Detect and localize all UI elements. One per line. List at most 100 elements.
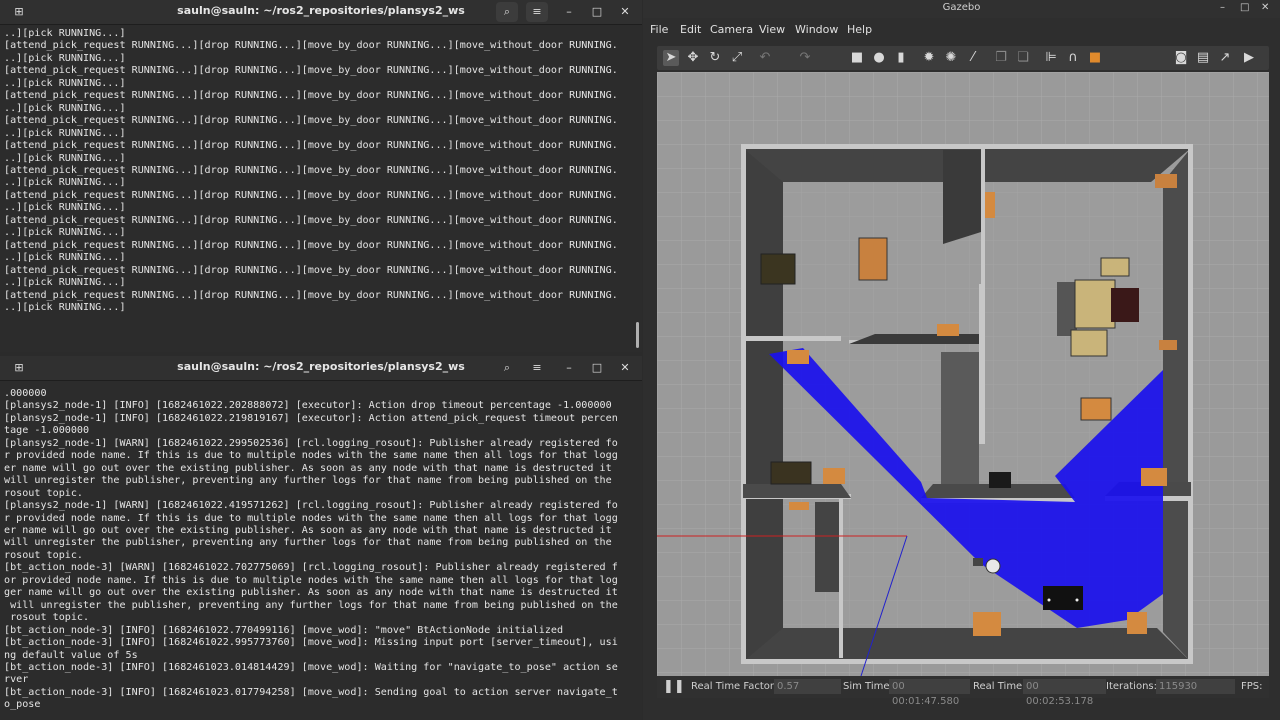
terminal-window-bottom[interactable]: ⊞ sauln@sauln: ~/ros2_repositories/plans… xyxy=(0,356,642,720)
gazebo-toolbar: ➤ ✥ ↻ ⤢ ↶ ↷ ■ ● ▮ ✹ ✺ ⁄ ❐ ❏ ⊫ ∩ ■ ◙ ▤ ↗ … xyxy=(657,46,1269,70)
furniture-cabinet xyxy=(760,253,796,285)
search-icon[interactable]: ⌕ xyxy=(496,2,518,22)
world-scene[interactable] xyxy=(657,72,1269,676)
terminal-line: [attend_pick_request RUNNING...][drop RU… xyxy=(4,289,618,301)
terminal-line: [attend_pick_request RUNNING...][drop RU… xyxy=(4,264,618,276)
simulation-viewport[interactable] xyxy=(657,72,1269,676)
menu-help[interactable]: Help xyxy=(847,23,872,36)
terminal-line: [plansys2_node-1] [WARN] [1682461022.419… xyxy=(4,500,618,512)
menu-window[interactable]: Window xyxy=(795,23,838,36)
furniture-box xyxy=(985,192,995,218)
minimize-icon[interactable]: – xyxy=(558,2,580,22)
sim-time-label: Sim Time: xyxy=(843,681,893,692)
paste-icon[interactable]: ❏ xyxy=(1015,50,1031,66)
copy-icon[interactable]: ❐ xyxy=(993,50,1009,66)
translate-mode-icon[interactable]: ✥ xyxy=(685,50,701,66)
redo-icon[interactable]: ↷ xyxy=(797,50,813,66)
plot-icon[interactable]: ↗ xyxy=(1217,50,1233,66)
menu-camera[interactable]: Camera xyxy=(710,23,753,36)
rotate-mode-icon[interactable]: ↻ xyxy=(707,50,723,66)
close-icon[interactable]: ✕ xyxy=(614,358,636,378)
terminal-line: ng default value of 5s xyxy=(4,649,138,661)
furniture-chair xyxy=(1070,329,1108,357)
screenshot-icon[interactable]: ◙ xyxy=(1173,50,1189,66)
terminal-line: ..][pick RUNNING...] xyxy=(4,102,126,114)
terminal-line: ..][pick RUNNING...] xyxy=(4,202,126,214)
hamburger-menu-icon[interactable]: ≡ xyxy=(526,2,548,22)
search-icon[interactable]: ⌕ xyxy=(496,358,518,378)
pause-icon[interactable]: ❚❚ xyxy=(663,679,685,694)
furniture-box xyxy=(1159,340,1177,350)
terminal-line: [attend_pick_request RUNNING...][drop RU… xyxy=(4,115,618,127)
close-icon[interactable]: ✕ xyxy=(614,2,636,22)
snap-icon[interactable]: ∩ xyxy=(1065,50,1081,66)
furniture-box xyxy=(937,324,959,336)
furniture-rug xyxy=(1111,288,1139,322)
terminal-line: [attend_pick_request RUNNING...][drop RU… xyxy=(4,214,618,226)
terminal-line: [bt_action_node-3] [INFO] [1682461022.77… xyxy=(4,624,564,636)
furniture-box xyxy=(1080,397,1112,421)
furniture-box xyxy=(973,612,1001,636)
change-view-icon[interactable]: ■ xyxy=(1087,50,1103,66)
terminal-line: [plansys2_node-1] [WARN] [1682461022.299… xyxy=(4,437,618,449)
furniture-bed xyxy=(770,461,812,485)
furniture-box xyxy=(789,502,809,510)
log-icon[interactable]: ▤ xyxy=(1195,50,1211,66)
terminal-line: [attend_pick_request RUNNING...][drop RU… xyxy=(4,239,618,251)
directional-light-icon[interactable]: ⁄ xyxy=(965,50,981,66)
menu-file[interactable]: File xyxy=(650,23,668,36)
terminal-line: [plansys2_node-1] [INFO] [1682461022.219… xyxy=(4,412,618,424)
terminal-line: [attend_pick_request RUNNING...][drop RU… xyxy=(4,65,618,77)
terminal-titlebar[interactable]: ⊞ sauln@sauln: ~/ros2_repositories/plans… xyxy=(0,356,642,381)
terminal-line: r provided node name. If this is due to … xyxy=(4,512,618,524)
maximize-icon[interactable]: □ xyxy=(1240,2,1249,13)
gazebo-titlebar[interactable]: Gazebo – □ ✕ xyxy=(643,0,1280,18)
iterations-label: Iterations: xyxy=(1106,681,1157,692)
scrollbar[interactable] xyxy=(636,322,639,348)
gazebo-window[interactable]: Gazebo – □ ✕ File Edit Camera View Windo… xyxy=(643,0,1280,720)
terminal-line: er name will go out over the existing pu… xyxy=(4,524,612,536)
terminal-line: will unregister the publisher, preventin… xyxy=(4,475,612,487)
point-light-icon[interactable]: ✹ xyxy=(921,50,937,66)
real-time-value: 00 00:02:53.178 xyxy=(1023,679,1106,707)
menu-view[interactable]: View xyxy=(759,23,785,36)
terminal-line: ..][pick RUNNING...] xyxy=(4,52,126,64)
menu-edit[interactable]: Edit xyxy=(680,23,701,36)
sphere-shape-icon[interactable]: ● xyxy=(871,50,887,66)
terminal-line: ..][pick RUNNING...] xyxy=(4,252,126,264)
select-mode-icon[interactable]: ➤ xyxy=(663,50,679,66)
wall-bottom xyxy=(743,628,1191,662)
terminal-line: [plansys2_node-1] [INFO] [1682461022.202… xyxy=(4,400,612,412)
terminal-line: r provided node name. If this is due to … xyxy=(4,450,618,462)
video-record-icon[interactable]: ▶ xyxy=(1241,50,1257,66)
terminal-line: [attend_pick_request RUNNING...][drop RU… xyxy=(4,140,618,152)
terminal-line: [bt_action_node-3] [INFO] [1682461023.01… xyxy=(4,686,618,698)
sim-time-value: 00 00:01:47.580 xyxy=(889,679,970,707)
terminal-titlebar[interactable]: ⊞ sauln@sauln: ~/ros2_repositories/plans… xyxy=(0,0,642,25)
close-icon[interactable]: ✕ xyxy=(1261,2,1269,13)
terminal-line: [attend_pick_request RUNNING...][drop RU… xyxy=(4,189,618,201)
maximize-icon[interactable]: □ xyxy=(586,358,608,378)
cylinder-shape-icon[interactable]: ▮ xyxy=(893,50,909,66)
terminal-line: tage -1.000000 xyxy=(4,425,90,437)
maximize-icon[interactable]: □ xyxy=(586,2,608,22)
align-icon[interactable]: ⊫ xyxy=(1043,50,1059,66)
terminal-line: [attend_pick_request RUNNING...][drop RU… xyxy=(4,40,618,52)
terminal-line: or provided node name. If this is due to… xyxy=(4,574,618,586)
box-shape-icon[interactable]: ■ xyxy=(849,50,865,66)
terminal-line: rosout topic. xyxy=(4,487,84,499)
spot-light-icon[interactable]: ✺ xyxy=(943,50,959,66)
hamburger-menu-icon[interactable]: ≡ xyxy=(526,358,548,378)
minimize-icon[interactable]: – xyxy=(558,358,580,378)
terminal-output[interactable]: .000000 [plansys2_node-1] [INFO] [1682461… xyxy=(4,388,632,718)
scale-mode-icon[interactable]: ⤢ xyxy=(729,50,745,66)
furniture-box xyxy=(1127,612,1147,634)
undo-icon[interactable]: ↶ xyxy=(757,50,773,66)
terminal-window-top[interactable]: ⊞ sauln@sauln: ~/ros2_repositories/plans… xyxy=(0,0,642,352)
terminal-output[interactable]: ..][pick RUNNING...] [attend_pick_request… xyxy=(4,28,632,348)
minimize-icon[interactable]: – xyxy=(1220,2,1225,13)
wall-right xyxy=(1163,148,1191,662)
terminal-line: o_pose xyxy=(4,699,41,711)
furniture-box xyxy=(1155,174,1177,188)
rtf-value: 0.57 xyxy=(774,679,841,694)
